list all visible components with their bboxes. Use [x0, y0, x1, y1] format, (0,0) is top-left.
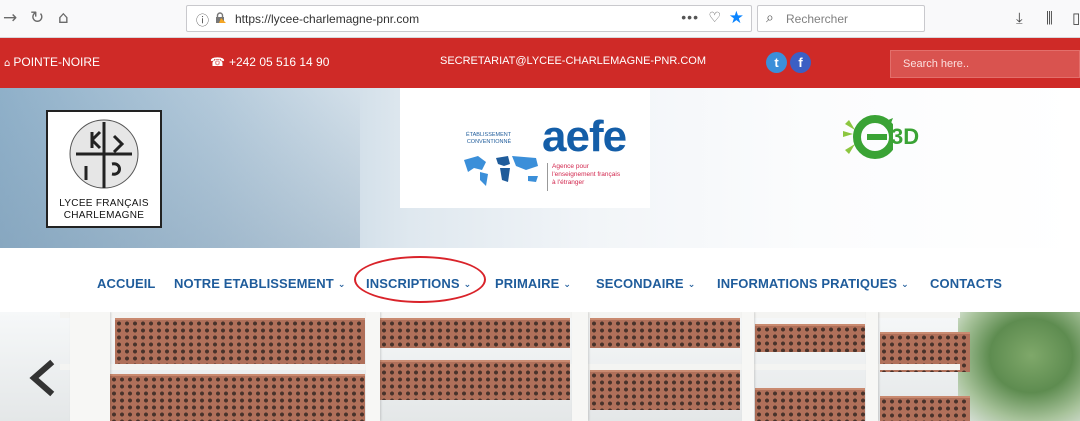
facebook-icon[interactable]: f: [790, 52, 811, 73]
forward-icon[interactable]: →: [3, 7, 17, 29]
location-text: ⌂ POINTE-NOIRE: [4, 55, 101, 69]
search-icon: ⌕: [766, 10, 774, 26]
twitter-icon[interactable]: t: [766, 52, 787, 73]
chevron-down-icon: ⌄: [687, 279, 696, 289]
chevron-down-icon: ⌄: [563, 279, 572, 289]
pocket-icon[interactable]: ♡: [708, 10, 721, 26]
site-search-box[interactable]: [890, 50, 1080, 78]
annotation-circle: [354, 256, 486, 303]
browser-toolbar: → ↻ ⌂ ⓘ https://lycee-charlemagne-pnr.co…: [0, 0, 1080, 38]
school-logo[interactable]: LYCEE FRANÇAIS CHARLEMAGNE: [46, 110, 162, 228]
nav-item-primaire[interactable]: PRIMAIRE ⌄: [495, 276, 571, 291]
nav-item-informations-pratiques[interactable]: INFORMATIONS PRATIQUES ⌄: [717, 276, 909, 291]
brick-panel: [110, 374, 365, 421]
aefe-agency-text: Agence pour l'enseignement français à l'…: [552, 163, 621, 186]
brick-panel: [380, 360, 570, 400]
hero-column: [572, 312, 588, 421]
brick-panel: [590, 318, 740, 348]
site-search-input[interactable]: [891, 51, 1079, 77]
main-navigation: ACCUEIL NOTRE ETABLISSEMENT ⌄ INSCRIPTION…: [0, 248, 1080, 312]
download-icon[interactable]: ⤓: [1016, 9, 1023, 27]
nav-item-notre-etablissement[interactable]: NOTRE ETABLISSEMENT ⌄: [174, 276, 346, 291]
chevron-down-icon: ⌄: [901, 279, 909, 289]
page-actions-icon[interactable]: •••: [681, 9, 699, 25]
school-crest-icon: [69, 119, 139, 189]
lock-warning-icon[interactable]: [215, 12, 226, 23]
email-link[interactable]: SECRETARIAT@LYCEE-CHARLEMAGNE-PNR.COM: [440, 55, 706, 67]
brick-panel: [115, 318, 365, 364]
brick-panel: [755, 324, 865, 352]
contact-top-bar: ⌂ POINTE-NOIRE ☎ +242 05 516 14 90 SECRETA…: [0, 38, 1080, 88]
brick-panel: [880, 396, 970, 421]
browser-search-placeholder[interactable]: Rechercher: [786, 12, 848, 26]
aefe-tag: ÉTABLISSEMENT CONVENTIONNÉ: [466, 132, 512, 145]
hero-column: [70, 312, 110, 421]
location-pin-icon: ⌂: [4, 58, 11, 69]
home-icon[interactable]: ⌂: [58, 7, 69, 29]
sidebar-icon[interactable]: ▯: [1072, 9, 1080, 27]
e3d-leaf-icon: [843, 115, 897, 159]
school-logo-line1: LYCEE FRANÇAIS: [59, 198, 149, 209]
header-banner: LYCEE FRANÇAIS CHARLEMAGNE ÉTABLISSEMENT…: [0, 88, 1080, 248]
slider-prev-arrow-icon[interactable]: [24, 358, 64, 398]
hero-image: [0, 312, 1080, 421]
hero-column: [366, 312, 380, 421]
nav-item-contacts[interactable]: CONTACTS: [930, 276, 1002, 291]
url-text[interactable]: https://lycee-charlemagne-pnr.com: [235, 12, 419, 26]
chevron-down-icon: ⌄: [337, 279, 346, 289]
browser-search-box[interactable]: ⌕ Rechercher: [757, 5, 925, 32]
aefe-logo[interactable]: ÉTABLISSEMENT CONVENTIONNÉ aefe Agence p…: [400, 88, 650, 208]
hero-column: [866, 312, 878, 421]
aefe-divider: [547, 163, 548, 191]
school-logo-line2: CHARLEMAGNE: [63, 210, 145, 221]
hero-tree: [958, 312, 1080, 421]
phone-icon: ☎: [210, 55, 225, 69]
url-bar[interactable]: ⓘ https://lycee-charlemagne-pnr.com ••• …: [186, 5, 752, 32]
e3d-logo[interactable]: 3D: [843, 110, 919, 169]
reload-icon[interactable]: ↻: [30, 7, 44, 29]
phone-text[interactable]: ☎ +242 05 516 14 90: [210, 55, 329, 69]
library-icon[interactable]: ⫼: [1046, 9, 1053, 27]
site-info-icon[interactable]: ⓘ: [196, 10, 209, 29]
brick-panel: [590, 370, 740, 410]
nav-item-secondaire[interactable]: SECONDAIRE ⌄: [596, 276, 695, 291]
world-map-icon: [464, 156, 538, 186]
brick-panel: [380, 318, 570, 348]
nav-item-accueil[interactable]: ACCUEIL: [97, 276, 155, 291]
bookmark-star-icon[interactable]: ★: [729, 8, 744, 28]
e3d-label: 3D: [891, 124, 920, 149]
aefe-wordmark: aefe: [542, 112, 627, 161]
brick-panel: [755, 388, 865, 421]
hero-column: [742, 312, 754, 421]
